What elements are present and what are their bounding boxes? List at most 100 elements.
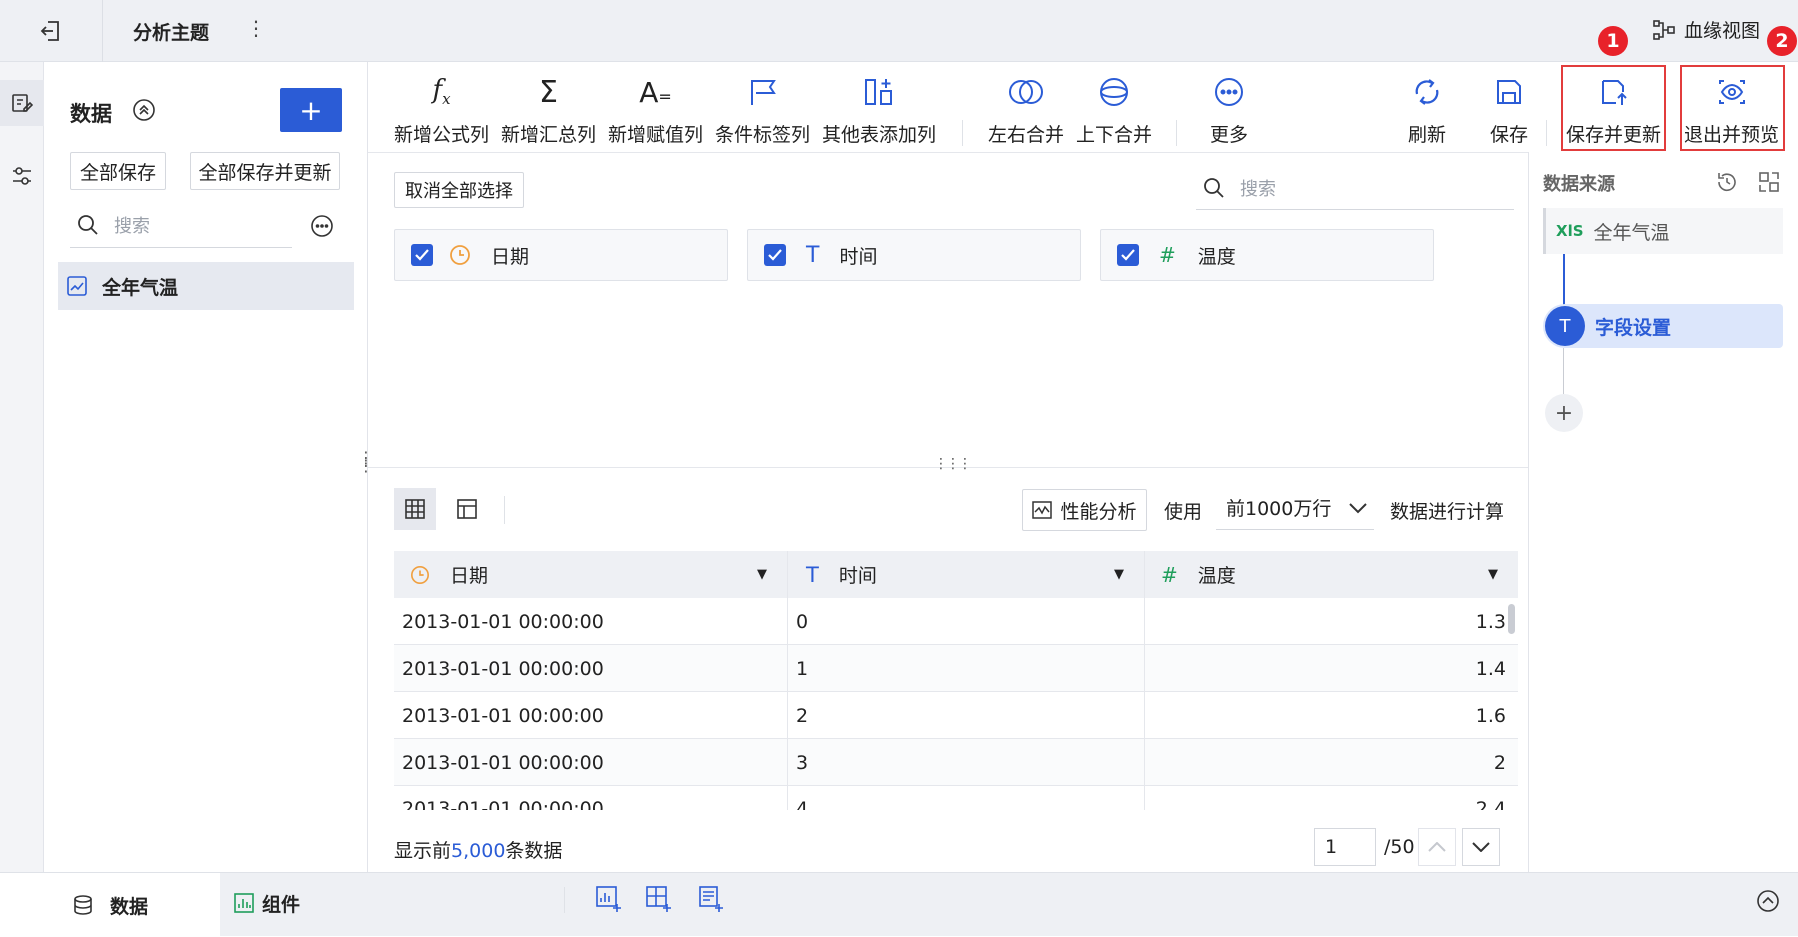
- vertical-scrollbar[interactable]: [1508, 604, 1515, 634]
- table-row: 2013-01-01 00:00:00 3 2: [394, 739, 1518, 786]
- flow-line: [1563, 254, 1565, 306]
- drag-handle-icon[interactable]: ⋮ ⋮: [358, 450, 374, 474]
- tab-component[interactable]: 组件: [234, 873, 300, 933]
- column-header-date[interactable]: 日期 ▼: [394, 551, 788, 598]
- chevron-down-icon: [1349, 502, 1367, 513]
- grid-view-button[interactable]: [394, 488, 436, 530]
- checkbox-checked[interactable]: [411, 244, 433, 266]
- sort-dropdown-icon[interactable]: ▼: [757, 567, 767, 582]
- add-condition-tag-button[interactable]: 条件标签列: [715, 70, 810, 147]
- merge-left-right-button[interactable]: 左右合并: [988, 70, 1064, 147]
- column-header-temperature[interactable]: # 温度 ▼: [1145, 551, 1518, 598]
- panel-title: 数据来源: [1543, 174, 1615, 195]
- refresh-icon: [1415, 79, 1439, 105]
- save-icon: [1497, 80, 1521, 104]
- save-all-button[interactable]: 全部保存: [70, 152, 166, 190]
- step-node[interactable]: T 字段设置: [1543, 304, 1783, 348]
- field-item-time[interactable]: T 时间: [747, 229, 1081, 281]
- more-options-icon[interactable]: [310, 214, 334, 238]
- highlight-save-update: [1561, 65, 1666, 151]
- performance-analysis-button[interactable]: 性能分析: [1022, 489, 1147, 531]
- list-item[interactable]: 全年气温: [58, 262, 354, 310]
- table-cell: 4: [788, 786, 1145, 810]
- add-layout-icon[interactable]: [646, 885, 672, 913]
- search-field[interactable]: 搜索: [70, 202, 292, 248]
- list-item-label: 全年气温: [102, 276, 179, 299]
- next-page-button[interactable]: [1462, 828, 1500, 866]
- drag-handle-icon[interactable]: ⋮⋮⋮: [934, 456, 972, 472]
- refresh-button[interactable]: 刷新: [1408, 70, 1446, 147]
- data-prep-icon[interactable]: [0, 80, 44, 126]
- performance-icon: [1032, 501, 1053, 519]
- sort-dropdown-icon[interactable]: ▼: [1114, 567, 1124, 582]
- save-all-update-button[interactable]: 全部保存并更新: [190, 152, 340, 190]
- source-node[interactable]: XlS 全年气温: [1543, 208, 1783, 254]
- lineage-icon: [1653, 19, 1675, 40]
- use-label: 使用: [1164, 501, 1203, 523]
- more-button[interactable]: 更多: [1210, 70, 1248, 147]
- swap-icon[interactable]: [1757, 170, 1781, 194]
- history-icon[interactable]: [1715, 170, 1739, 194]
- add-other-table-column-button[interactable]: 其他表添加列: [822, 70, 936, 147]
- page-input[interactable]: 1: [1314, 828, 1376, 866]
- prev-page-button[interactable]: [1418, 828, 1456, 866]
- column-label: 时间: [838, 565, 877, 587]
- table-cell: 2013-01-01 00:00:00: [394, 598, 788, 645]
- annotation-badge-1: 1: [1598, 26, 1628, 56]
- panel-heading: 数据: [70, 102, 112, 126]
- add-chart-icon[interactable]: [596, 885, 622, 913]
- checkbox-checked[interactable]: [1117, 244, 1139, 266]
- toolbar-divider: [368, 152, 1528, 153]
- rows-select-value: 前1000万行: [1226, 498, 1332, 520]
- exit-icon[interactable]: [38, 18, 64, 44]
- clock-icon: [411, 565, 429, 584]
- lineage-view-button[interactable]: 血缘视图: [1652, 16, 1760, 43]
- field-search-placeholder: 搜索: [1240, 178, 1276, 200]
- collapse-panel-icon[interactable]: [1756, 889, 1780, 913]
- table-row: 2013-01-01 00:00:00 0 1.3: [394, 598, 1518, 645]
- clock-icon: [450, 245, 470, 265]
- data-panel: 数据 + 全部保存 全部保存并更新 搜索 全年气温: [44, 62, 368, 872]
- field-item-date[interactable]: 日期: [394, 229, 728, 281]
- tab-label: 数据: [109, 895, 148, 918]
- collapse-up-icon[interactable]: [132, 98, 156, 122]
- merge-vertical-icon: [1100, 78, 1128, 106]
- bottom-bar: 数据 组件: [0, 872, 1798, 937]
- tab-data[interactable]: 数据: [0, 873, 220, 937]
- add-formula-column-button[interactable]: fx 新增公式列: [394, 70, 489, 147]
- chart-icon: [234, 893, 254, 913]
- row-count-text: 显示前5,000条数据: [394, 840, 563, 862]
- rows-select[interactable]: 前1000万行: [1216, 486, 1374, 530]
- page-title: 分析主题: [133, 22, 210, 44]
- merge-top-bottom-button[interactable]: 上下合并: [1076, 70, 1152, 147]
- layout-view-button[interactable]: [446, 488, 488, 530]
- more-icon: [1215, 78, 1243, 106]
- add-summary-column-button[interactable]: Σ 新增汇总列: [501, 70, 596, 147]
- table-cell: 2: [1493, 751, 1506, 774]
- sort-dropdown-icon[interactable]: ▼: [1488, 567, 1498, 582]
- checkbox-checked[interactable]: [764, 244, 786, 266]
- settings-sliders-icon[interactable]: [0, 156, 44, 196]
- table-cell: 2: [788, 692, 1145, 739]
- add-formula-label: 新增公式列: [394, 124, 490, 146]
- deselect-all-button[interactable]: 取消全部选择: [394, 172, 524, 208]
- table-row: 2013-01-01 00:00:00 2 1.6: [394, 692, 1518, 739]
- save-button[interactable]: 保存: [1490, 70, 1528, 147]
- add-other-label: 其他表添加列: [822, 124, 937, 146]
- dataset-icon: [67, 276, 87, 296]
- add-step-button[interactable]: +: [1545, 394, 1583, 432]
- top-bar: 分析主题 ⋮ 血缘视图: [0, 0, 1798, 62]
- field-search[interactable]: 搜索: [1196, 166, 1514, 210]
- row-count-value: 5,000: [451, 840, 506, 862]
- add-assign-column-button[interactable]: A= 新增赋值列: [608, 70, 703, 147]
- column-header-time[interactable]: T 时间 ▼: [788, 551, 1145, 598]
- more-vertical-icon[interactable]: ⋮: [246, 16, 266, 40]
- flow-line: [1563, 348, 1564, 394]
- flag-icon: [750, 80, 776, 105]
- source-name: 全年气温: [1593, 221, 1670, 244]
- field-item-temperature[interactable]: # 温度: [1100, 229, 1434, 281]
- add-button[interactable]: +: [280, 88, 342, 132]
- add-report-icon[interactable]: [698, 885, 724, 913]
- text-type-icon: T: [806, 562, 819, 587]
- table-cell: 2013-01-01 00:00:00: [394, 692, 788, 739]
